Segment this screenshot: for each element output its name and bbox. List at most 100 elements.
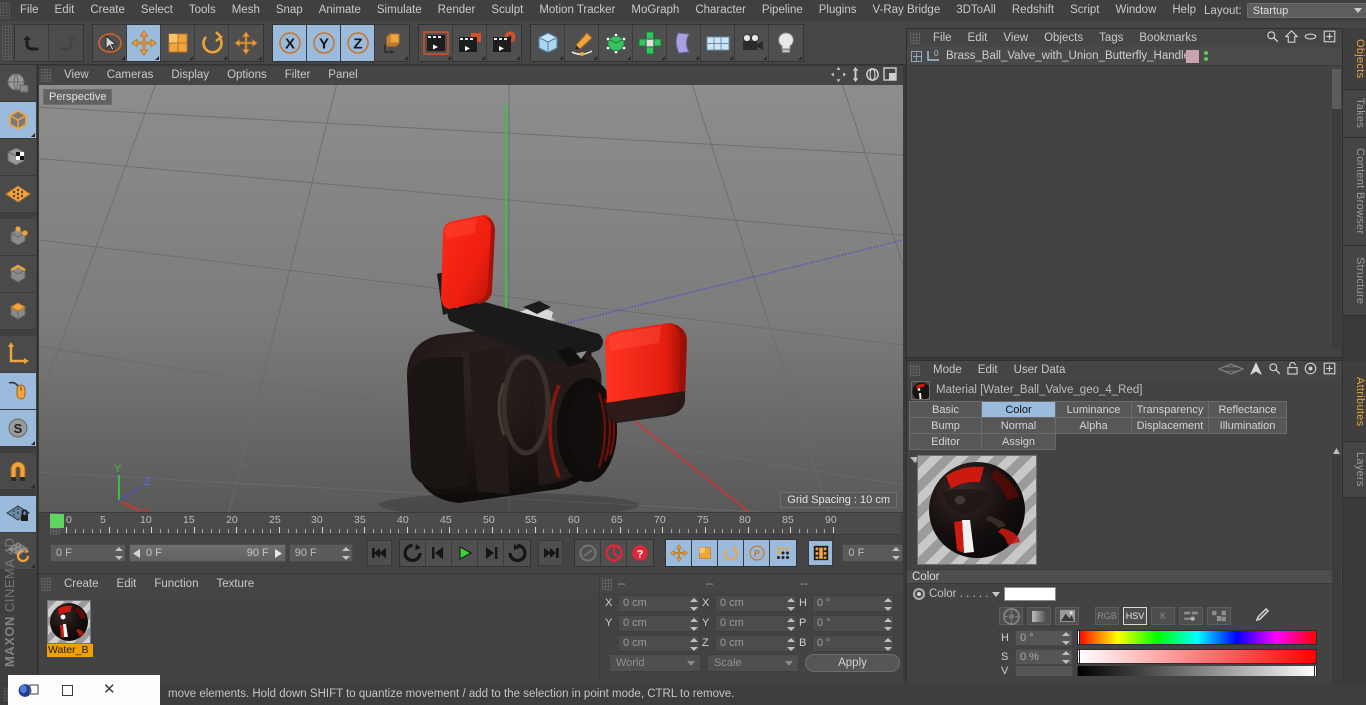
object-menu-bookmarks[interactable]: Bookmarks [1131,29,1205,47]
viewport-menu-options[interactable]: Options [218,66,276,85]
material-item[interactable]: Water_B [47,600,93,657]
undo-button[interactable] [15,24,49,61]
ellipse-icon[interactable] [1304,30,1317,46]
key-rotation-toggle[interactable] [718,540,745,566]
material-tag-icon[interactable] [1186,49,1199,63]
spinner-icon[interactable] [690,597,698,611]
world-object-axis-toggle[interactable] [375,24,409,61]
light-button[interactable] [769,24,803,61]
right-frame-field[interactable]: 0 F [842,544,903,562]
maximize-view-icon[interactable] [883,67,897,84]
tab-reflectance[interactable]: Reflectance [1208,401,1287,418]
material-thumbnail[interactable] [47,600,91,644]
object-menu-file[interactable]: File [925,29,960,47]
material-menu-edit[interactable]: Edit [108,575,146,594]
undo-view-button[interactable] [0,65,36,102]
viewport-menu-cameras[interactable]: Cameras [98,66,163,85]
go-to-end-button[interactable] [538,540,564,566]
play-backwards-button[interactable] [400,540,427,566]
menu-create[interactable]: Create [82,0,133,21]
rotate-view-icon[interactable] [865,67,880,85]
menu-mograph[interactable]: MoGraph [623,0,687,21]
object-name-label[interactable]: Brass_Ball_Valve_with_Union_Butterfly_Ha… [946,50,1190,62]
search-icon[interactable] [1266,30,1279,46]
search-icon[interactable] [1268,362,1281,378]
material-menu-grip[interactable] [41,578,51,591]
key-pla-toggle[interactable] [770,540,797,566]
key-scale-toggle[interactable] [692,540,719,566]
target-icon[interactable] [1304,362,1317,378]
material-name-label[interactable]: Water_B [47,644,93,657]
scrollbar-thumb[interactable] [1332,69,1341,109]
attribute-scrollbar[interactable] [1332,448,1341,705]
eyedropper-icon[interactable] [1249,607,1273,625]
spinner-icon[interactable] [884,617,892,631]
render-picture-viewer-button[interactable] [453,24,487,61]
hue-gradient-slider[interactable] [1077,630,1317,645]
spline-pen-button[interactable] [565,24,599,61]
value-slider-handle[interactable] [1314,666,1317,676]
coordinate-space-select[interactable]: World [609,654,701,672]
spinner-icon[interactable] [892,547,900,560]
layout-select[interactable]: Startup [1246,3,1366,18]
object-row[interactable]: 0 Brass_Ball_Valve_with_Union_Butterfly_… [907,47,1342,66]
spinner-icon[interactable] [1062,650,1070,664]
magnet-button[interactable] [0,453,36,490]
menubar-grip[interactable] [0,2,10,19]
lock-icon[interactable] [1287,361,1298,378]
hsv-mode-icon[interactable]: HSV [1123,607,1147,625]
scale-tool[interactable] [161,24,195,61]
edge-mode-button[interactable] [0,256,36,293]
menu-mesh[interactable]: Mesh [224,0,268,21]
coord-rot-b-input[interactable]: 0 ° [812,634,894,652]
preview-range-bar[interactable]: 0 F 90 F [129,544,286,562]
expand-icon[interactable] [1323,362,1336,378]
next-frame-button[interactable] [478,540,505,566]
play-button[interactable] [452,540,479,566]
tab-transparency[interactable]: Transparency [1131,401,1209,418]
chevron-down-icon[interactable] [992,591,1001,597]
color-swatch[interactable] [1004,587,1057,601]
coord-rot-h-input[interactable]: 0 ° [812,594,894,612]
saturation-gradient-slider[interactable] [1077,649,1317,664]
end-frame-field[interactable]: 90 F [288,544,354,562]
tab-alpha[interactable]: Alpha [1055,417,1132,434]
toolbar-grip[interactable] [2,25,12,60]
pin-arrow-icon[interactable] [1250,362,1262,378]
menu-vray-bridge[interactable]: V-Ray Bridge [864,0,948,21]
object-menu-objects[interactable]: Objects [1036,29,1091,47]
expand-toggle-icon[interactable] [911,50,922,62]
coord-pos-y-input[interactable]: 0 cm [618,614,700,632]
keyframe-selection-button[interactable]: ? [627,540,654,566]
dolly-view-icon[interactable] [849,66,862,85]
menu-3dtoall[interactable]: 3DToAll [948,0,1004,21]
dock-tab-content-browser[interactable]: Content Browser [1343,138,1366,246]
viewport-canvas[interactable]: Perspective Grid Spacing : 10 cm Y X Z [39,85,903,512]
rgb-mode-icon[interactable]: RGB [1095,607,1119,625]
cube-primitive-button[interactable] [531,24,565,61]
snap-button[interactable]: S [0,410,36,447]
saturation-input[interactable]: 0 % [1015,648,1073,665]
menu-sculpt[interactable]: Sculpt [483,0,531,21]
apply-button[interactable]: Apply [805,654,900,672]
tab-color[interactable]: Color [981,401,1056,418]
timeline-film-button[interactable] [808,540,834,566]
dock-tab-takes[interactable]: Takes [1343,90,1366,138]
texture-mode-button[interactable] [0,139,36,176]
object-menu-tags[interactable]: Tags [1091,29,1131,47]
dock-tab-layers[interactable]: Layers [1343,442,1366,498]
camera-button[interactable] [735,24,769,61]
coordinate-mode-select[interactable]: Scale [707,654,799,672]
spinner-icon[interactable] [690,637,698,651]
menu-plugins[interactable]: Plugins [811,0,865,21]
record-keyframe-button[interactable] [601,540,628,566]
menu-select[interactable]: Select [133,0,181,21]
viewport-menu-filter[interactable]: Filter [276,66,320,85]
attribute-menu-edit[interactable]: Edit [970,361,1006,379]
spinner-icon[interactable] [690,617,698,631]
attribute-manager-grip[interactable] [910,364,920,376]
floor-scene-button[interactable] [701,24,735,61]
tab-luminance[interactable]: Luminance [1055,401,1132,418]
coord-pos-z-input[interactable]: 0 cm [618,634,700,652]
mograph-cloner-button[interactable] [633,24,667,61]
